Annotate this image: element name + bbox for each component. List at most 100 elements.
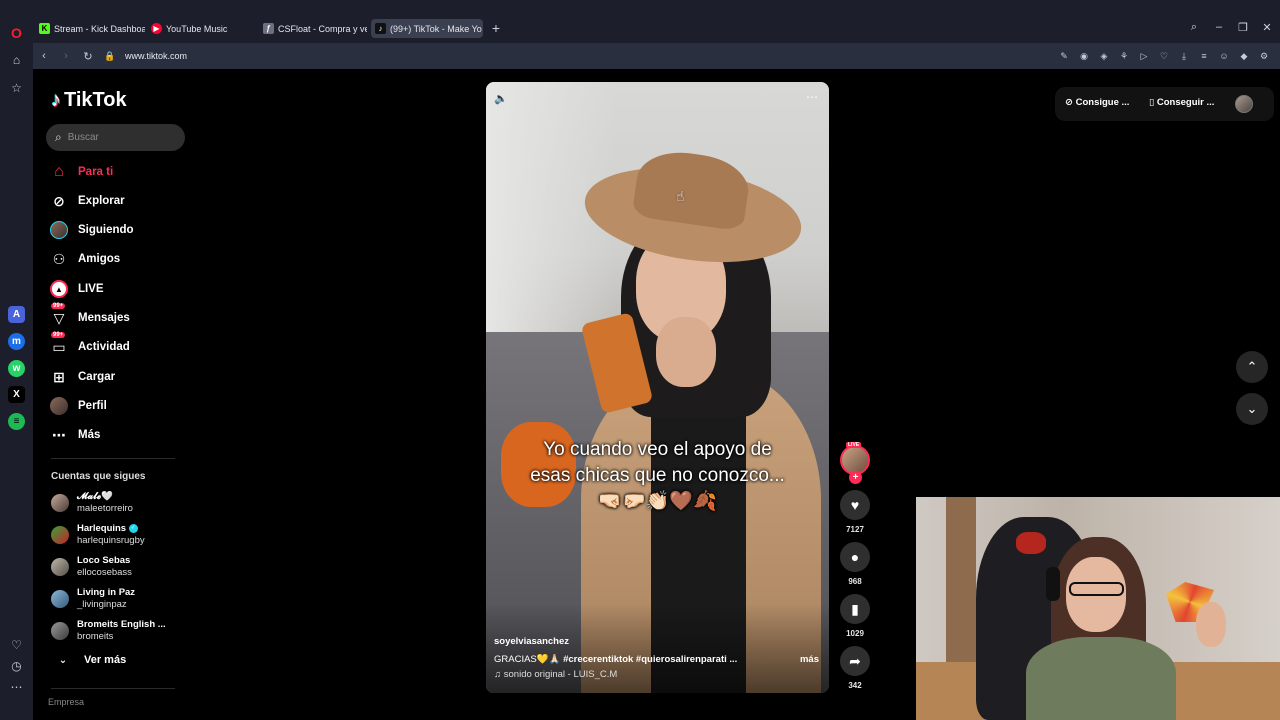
hashtags[interactable]: #crecerentiktok #quierosalirenparati ... <box>563 654 737 665</box>
compass-icon: ⊘ <box>53 192 65 209</box>
more-options-icon[interactable]: ⋯ <box>806 90 819 104</box>
messenger-icon[interactable]: m <box>8 333 25 350</box>
bookmark-button[interactable]: ▮ 1029 <box>840 594 870 638</box>
vpn-icon[interactable]: ◆ <box>1238 49 1250 63</box>
download-icon[interactable]: ⤓ <box>1178 49 1190 63</box>
close-window-button[interactable]: ✕ <box>1260 21 1274 34</box>
user-avatar[interactable] <box>1235 95 1253 113</box>
extension-icon[interactable]: ⚘ <box>1118 49 1130 63</box>
search-box[interactable]: ⌕ <box>46 124 185 151</box>
follow-plus-button[interactable]: + <box>849 471 862 484</box>
tab-youtube-music[interactable]: ▶ YouTube Music <box>147 19 255 38</box>
comment-count: 968 <box>848 577 862 586</box>
nav-perfil[interactable]: Perfil <box>49 394 107 418</box>
nav-amigos[interactable]: ⚇ Amigos <box>49 247 120 271</box>
friends-icon: ⚇ <box>52 250 66 267</box>
tab-tiktok[interactable]: ♪ (99+) TikTok - Make Yo <box>371 19 483 38</box>
volume-icon[interactable]: 🔈 <box>494 92 508 105</box>
search-icon: ⌕ <box>55 130 62 144</box>
following-item[interactable]: Harlequins ✓ harlequinsrugby <box>51 523 145 547</box>
profile-icon[interactable]: ☺ <box>1218 49 1230 63</box>
nav-para-ti[interactable]: ⌂ Para ti <box>49 160 113 184</box>
star-icon[interactable]: ☆ <box>8 79 25 96</box>
restore-button[interactable]: ❐ <box>1236 21 1250 34</box>
webcam-overlay <box>916 497 1280 720</box>
nav-label: Actividad <box>78 341 130 353</box>
nav-label: LIVE <box>78 283 104 295</box>
nav-label: Perfil <box>78 400 107 412</box>
video-caption: Yo cuando veo el apoyo de esas chicas qu… <box>530 439 785 512</box>
url-field[interactable]: www.tiktok.com <box>125 51 187 61</box>
play-icon[interactable]: ▷ <box>1138 49 1150 63</box>
nav-mas[interactable]: ⋯ Más <box>49 423 100 447</box>
nav-siguiendo[interactable]: Siguiendo <box>49 218 134 242</box>
forward-icon[interactable]: › <box>55 50 77 62</box>
history-icon[interactable]: ◷ <box>8 657 25 674</box>
account-name: Loco Sebas <box>77 555 131 566</box>
nav-actividad[interactable]: ▭ 99+ Actividad <box>49 332 130 359</box>
webcam-chair-logo <box>1016 532 1046 554</box>
share-button[interactable]: ➦ 342 <box>840 646 870 690</box>
following-item[interactable]: Bromeits English ... bromeits <box>51 619 166 643</box>
x-icon[interactable]: X <box>8 386 25 403</box>
bookmark-icon: ▮ <box>840 594 870 624</box>
see-more-button[interactable]: ⌄ Ver más <box>53 654 126 666</box>
video-author[interactable]: soyelviasanchez <box>494 636 569 647</box>
following-item[interactable]: 𝓜𝓪𝓵𝓮🤍 maleetorreiro <box>51 491 133 515</box>
next-video-button[interactable]: ⌄ <box>1236 393 1268 425</box>
lock-icon[interactable]: 🔒 <box>99 51 121 62</box>
account-user: ellocosebass <box>77 567 132 578</box>
more-description-button[interactable]: más <box>800 654 819 665</box>
shield-icon[interactable]: ◈ <box>1098 49 1110 63</box>
heart-outline-icon[interactable]: ♡ <box>8 636 25 653</box>
badge: 99+ <box>51 332 66 338</box>
camera-icon[interactable]: ◉ <box>1078 49 1090 63</box>
reload-icon[interactable]: ↻ <box>77 50 99 63</box>
aria-icon[interactable]: A <box>8 306 25 323</box>
phone-icon: ▯ <box>1149 97 1155 108</box>
csfloat-icon: ƒ <box>263 23 274 34</box>
previous-video-button[interactable]: ⌃ <box>1236 351 1268 383</box>
tiktok-icon: ♪ <box>375 23 386 34</box>
nav-cargar[interactable]: ⊞ Cargar <box>49 365 115 389</box>
chevron-up-icon: ⌃ <box>1246 359 1258 374</box>
opera-logo-icon[interactable]: O <box>8 24 25 41</box>
following-item[interactable]: Loco Sebas ellocosebass <box>51 555 132 579</box>
webcam-hand <box>1196 602 1226 647</box>
nav-explorar[interactable]: ⊘ Explorar <box>49 189 125 213</box>
nav-label: Para ti <box>78 166 114 178</box>
following-item[interactable]: Living in Paz _livinginpaz <box>51 587 135 611</box>
search-tabs-icon[interactable]: ⌕ <box>1187 21 1201 34</box>
whatsapp-icon[interactable]: w <box>8 360 25 377</box>
back-icon[interactable]: ‹ <box>33 50 55 62</box>
new-tab-button[interactable]: + <box>489 21 503 35</box>
edit-icon[interactable]: ✎ <box>1058 49 1070 63</box>
see-more-label: Ver más <box>84 654 127 666</box>
more-dots-icon[interactable]: ⋯ <box>8 678 25 695</box>
search-input[interactable] <box>67 132 168 143</box>
video-sound[interactable]: ♫ sonido original - LUIS_C.M <box>494 669 617 680</box>
nav-label: Mensajes <box>78 312 130 324</box>
tiktok-logo[interactable]: ♪ TikTok <box>51 89 127 112</box>
upload-icon: ⊞ <box>53 368 65 385</box>
home-icon[interactable]: ⌂ <box>8 51 25 68</box>
account-name: Bromeits English ... <box>77 619 166 630</box>
tab-csfloat[interactable]: ƒ CSFloat - Compra y vende <box>259 19 367 38</box>
comment-button[interactable]: ● 968 <box>840 542 870 586</box>
spotify-icon[interactable]: ≡ <box>8 413 25 430</box>
coin-icon: ⊘ <box>1065 97 1073 108</box>
get-coins-button[interactable]: ⊘ Consigue ... <box>1065 97 1129 108</box>
nav-mensajes[interactable]: ▽ 99+ Mensajes <box>49 303 130 330</box>
video-hand <box>656 317 716 387</box>
minimize-button[interactable]: – <box>1212 21 1226 33</box>
tab-kick[interactable]: K Stream - Kick Dashboard <box>35 19 145 38</box>
account-user: harlequinsrugby <box>77 535 145 546</box>
settings-icon[interactable]: ⚙ <box>1258 49 1270 63</box>
nav-live[interactable]: ▲ LIVE <box>49 277 104 301</box>
account-user: bromeits <box>77 631 114 642</box>
like-button[interactable]: ♥ 7127 <box>840 490 870 534</box>
video-player[interactable]: 🔈 ⋯ Yo cuando veo el apoyo de esas chica… <box>486 82 829 693</box>
get-app-button[interactable]: ▯ Conseguir ... <box>1149 97 1214 108</box>
menu-icon[interactable]: ≡ <box>1198 49 1210 63</box>
heart-icon[interactable]: ♡ <box>1158 49 1170 63</box>
